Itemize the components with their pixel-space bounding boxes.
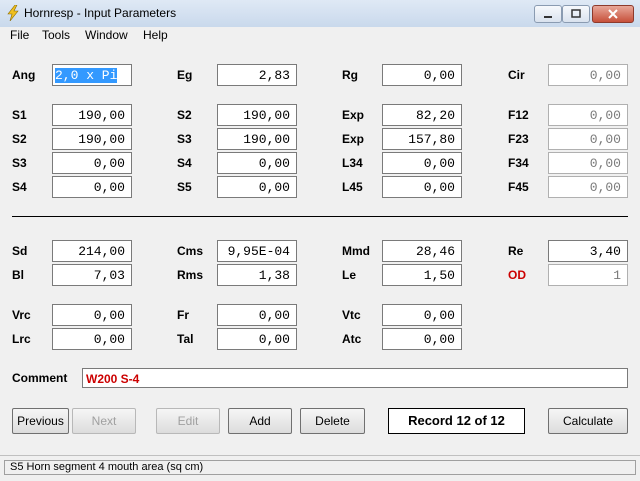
s1-field[interactable]: 190,00 [52, 104, 132, 126]
close-button[interactable] [592, 5, 634, 23]
label-cms: Cms [177, 244, 204, 258]
label-cir: Cir [508, 68, 525, 82]
menu-help[interactable]: Help [143, 28, 168, 42]
label-comment: Comment [12, 371, 68, 385]
edit-button[interactable]: Edit [156, 408, 220, 434]
f34-field: 0,00 [548, 152, 628, 174]
label-l34: L34 [342, 156, 363, 170]
status-text: S5 Horn segment 4 mouth area (sq cm) [4, 460, 636, 475]
exp1-field[interactable]: 82,20 [382, 104, 462, 126]
label-s5: S5 [177, 180, 192, 194]
label-s2-seg1: S2 [177, 108, 192, 122]
le-field[interactable]: 1,50 [382, 264, 462, 286]
ang-field[interactable]: 2,0 x Pi [52, 64, 132, 86]
label-exp2: Exp [342, 132, 365, 146]
ang-value: 2,0 x Pi [55, 68, 118, 83]
minimize-button[interactable] [534, 5, 562, 23]
cir-field: 0,00 [548, 64, 628, 86]
atc-field[interactable]: 0,00 [382, 328, 462, 350]
next-button[interactable]: Next [72, 408, 136, 434]
mmd-field[interactable]: 28,46 [382, 240, 462, 262]
rms-field[interactable]: 1,38 [217, 264, 297, 286]
fr-field[interactable]: 0,00 [217, 304, 297, 326]
menu-tools[interactable]: Tools [42, 28, 70, 42]
calculate-button[interactable]: Calculate [548, 408, 628, 434]
title-bar[interactable]: Hornresp - Input Parameters [0, 0, 640, 28]
label-atc: Atc [342, 332, 362, 346]
label-eg: Eg [177, 68, 193, 82]
f23-field: 0,00 [548, 128, 628, 150]
label-tal: Tal [177, 332, 194, 346]
window-controls [534, 5, 634, 23]
eg-field[interactable]: 2,83 [217, 64, 297, 86]
label-s2: S2 [12, 132, 27, 146]
record-indicator: Record 12 of 12 [388, 408, 525, 434]
maximize-button[interactable] [562, 5, 590, 23]
menu-window[interactable]: Window [85, 28, 128, 42]
l45-field[interactable]: 0,00 [382, 176, 462, 198]
previous-button[interactable]: Previous [12, 408, 69, 434]
cms-field[interactable]: 9,95E-04 [217, 240, 297, 262]
label-s3: S3 [12, 156, 27, 170]
add-button[interactable]: Add [228, 408, 292, 434]
label-bl: Bl [12, 268, 24, 282]
label-le: Le [342, 268, 357, 282]
maximize-icon [571, 9, 581, 18]
lightning-icon [7, 5, 19, 21]
label-s3-seg2: S3 [177, 132, 192, 146]
bl-field[interactable]: 7,03 [52, 264, 132, 286]
f12-field: 0,00 [548, 104, 628, 126]
label-re: Re [508, 244, 524, 258]
lrc-field[interactable]: 0,00 [52, 328, 132, 350]
window-title: Hornresp - Input Parameters [24, 6, 177, 20]
menu-bar: File Tools Window Help [0, 27, 640, 45]
close-icon [608, 9, 618, 19]
label-ang: Ang [12, 68, 36, 82]
label-f34: F34 [508, 156, 529, 170]
label-f45: F45 [508, 180, 529, 194]
s4-seg3-field[interactable]: 0,00 [217, 152, 297, 174]
label-s4-seg3: S4 [177, 156, 192, 170]
label-lrc: Lrc [12, 332, 31, 346]
rg-field[interactable]: 0,00 [382, 64, 462, 86]
status-bar: S5 Horn segment 4 mouth area (sq cm) [0, 455, 640, 481]
label-od[interactable]: OD [508, 268, 526, 282]
label-rms: Rms [177, 268, 204, 282]
exp2-field[interactable]: 157,80 [382, 128, 462, 150]
s5-field[interactable]: 0,00 [217, 176, 297, 198]
minimize-icon [544, 16, 552, 18]
s3-seg2-field[interactable]: 190,00 [217, 128, 297, 150]
s4-field[interactable]: 0,00 [52, 176, 132, 198]
label-mmd: Mmd [342, 244, 370, 258]
menu-file[interactable]: File [10, 28, 29, 42]
delete-button[interactable]: Delete [300, 408, 365, 434]
f45-field: 0,00 [548, 176, 628, 198]
label-vrc: Vrc [12, 308, 31, 322]
label-s1: S1 [12, 108, 27, 122]
od-field: 1 [548, 264, 628, 286]
vtc-field[interactable]: 0,00 [382, 304, 462, 326]
label-exp1: Exp [342, 108, 365, 122]
tal-field[interactable]: 0,00 [217, 328, 297, 350]
comment-field[interactable]: W200 S-4 [82, 368, 628, 388]
s3-field[interactable]: 0,00 [52, 152, 132, 174]
label-l45: L45 [342, 180, 363, 194]
re-field[interactable]: 3,40 [548, 240, 628, 262]
label-vtc: Vtc [342, 308, 361, 322]
sd-field[interactable]: 214,00 [52, 240, 132, 262]
label-rg: Rg [342, 68, 358, 82]
vrc-field[interactable]: 0,00 [52, 304, 132, 326]
l34-field[interactable]: 0,00 [382, 152, 462, 174]
label-fr: Fr [177, 308, 189, 322]
s2-seg1-field[interactable]: 190,00 [217, 104, 297, 126]
section-divider [12, 216, 628, 217]
label-sd: Sd [12, 244, 28, 258]
label-f12: F12 [508, 108, 529, 122]
label-s4: S4 [12, 180, 27, 194]
label-f23: F23 [508, 132, 529, 146]
hornresp-window: Hornresp - Input Parameters File Tools W… [0, 0, 640, 481]
s2-field[interactable]: 190,00 [52, 128, 132, 150]
